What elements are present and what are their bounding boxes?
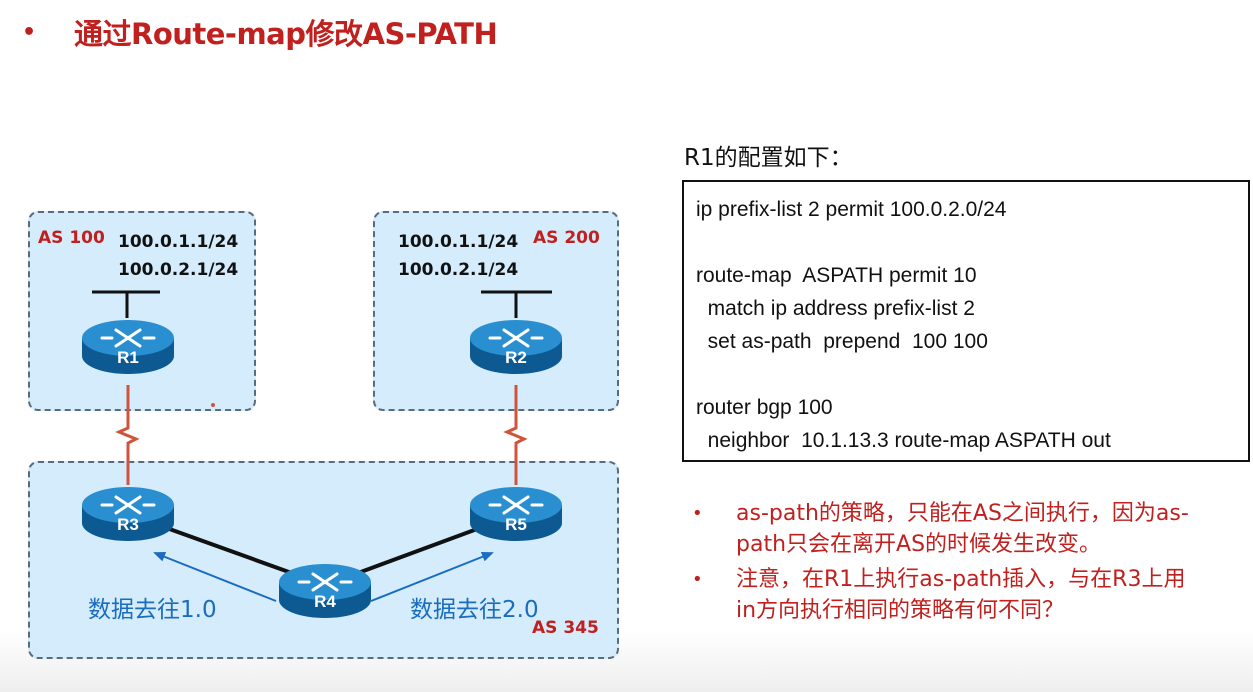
note-text: 注意，在R1上执行as-path插入，与在R3上用in方向执行相同的策略有何不同…: [736, 567, 1186, 623]
note-item: • 注意，在R1上执行as-path插入，与在R3上用in方向执行相同的策略有何…: [692, 564, 1232, 626]
router-label-r2: R2: [505, 348, 527, 367]
router-r2: R2: [468, 318, 564, 376]
config-blank-line: [696, 358, 1248, 391]
config-line-neighbor: neighbor 10.1.13.3 route-map ASPATH out: [696, 429, 1111, 452]
as200-address-1: 100.0.1.1/24: [398, 232, 519, 252]
router-r3: R3: [80, 485, 176, 543]
as200-address-2: 100.0.2.1/24: [398, 260, 519, 280]
config-line-route-map: route-map ASPATH permit 10: [696, 264, 977, 287]
router-label-r4: R4: [314, 592, 336, 611]
note-item: • as-path的策略，只能在AS之间执行，因为as-path只会在离开AS的…: [692, 498, 1232, 560]
stray-dot: [211, 403, 215, 407]
config-line-router-bgp: router bgp 100: [696, 396, 833, 419]
serial-link-r1-r3: [115, 385, 140, 485]
as100-label: AS 100: [38, 228, 105, 248]
as100-address-2: 100.0.2.1/24: [118, 260, 239, 280]
config-blank-line: [696, 226, 1248, 259]
as345-label: AS 345: [532, 618, 599, 638]
notes-list: • as-path的策略，只能在AS之间执行，因为as-path只会在离开AS的…: [692, 498, 1232, 630]
router-label-r5: R5: [505, 515, 527, 534]
router-label-r3: R3: [117, 515, 139, 534]
config-line-match: match ip address prefix-list 2: [696, 297, 975, 320]
router-r1: R1: [80, 318, 176, 376]
note-text: as-path的策略，只能在AS之间执行，因为as-path只会在离开AS的时候…: [736, 501, 1189, 557]
as100-address-1: 100.0.1.1/24: [118, 232, 239, 252]
note-bullet: •: [692, 569, 703, 590]
router-r4: R4: [277, 562, 373, 620]
config-title: R1的配置如下：: [684, 145, 853, 171]
config-line-set: set as-path prepend 100 100: [696, 330, 988, 353]
flow-label-to-1-0: 数据去往1.0: [88, 597, 217, 623]
router-r5: R5: [468, 485, 564, 543]
serial-link-r2-r5: [503, 385, 528, 485]
config-line-prefix-list: ip prefix-list 2 permit 100.0.2.0/24: [696, 198, 1007, 221]
as200-label: AS 200: [533, 228, 600, 248]
flow-label-to-2-0: 数据去往2.0: [410, 597, 539, 623]
config-box: ip prefix-list 2 permit 100.0.2.0/24 rou…: [682, 180, 1250, 462]
note-bullet: •: [692, 503, 703, 524]
router-label-r1: R1: [117, 348, 139, 367]
